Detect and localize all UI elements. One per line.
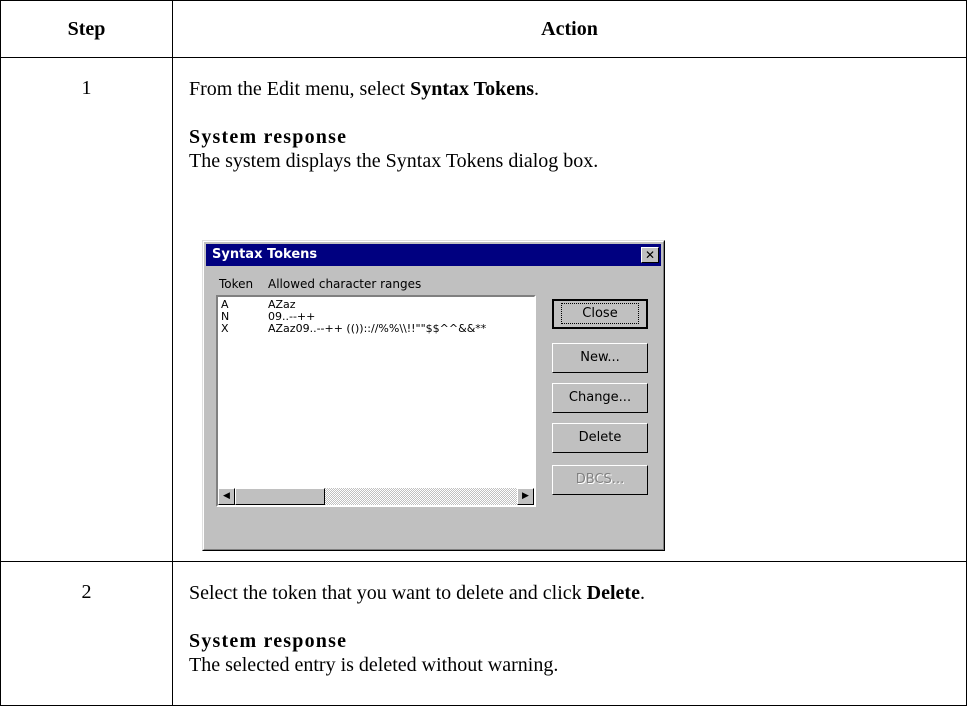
system-response-heading: System response — [189, 630, 348, 652]
close-button[interactable]: Close — [552, 299, 648, 329]
step-number: 1 — [0, 57, 173, 562]
system-response-text: The selected entry is deleted without wa… — [189, 654, 559, 676]
system-response-text: The system displays the Syntax Tokens di… — [189, 150, 599, 172]
scroll-right-icon[interactable]: ▶ — [517, 488, 534, 505]
new-button[interactable]: New... — [552, 343, 648, 373]
system-response-heading: System response — [189, 126, 348, 148]
scroll-thumb[interactable] — [235, 488, 325, 505]
action-cell: Select the token that you want to delete… — [172, 561, 967, 706]
scroll-left-icon[interactable]: ◀ — [218, 488, 235, 505]
delete-button[interactable]: Delete — [552, 423, 648, 453]
dialog-title-bar: Syntax Tokens ✕ — [206, 244, 661, 266]
change-button[interactable]: Change... — [552, 383, 648, 413]
syntax-tokens-dialog: Syntax Tokens ✕ Token Allowed character … — [202, 240, 665, 551]
instruction-text: Select the token that you want to delete… — [189, 582, 645, 604]
ranges-column-header: Allowed character ranges — [268, 277, 422, 291]
table-header-row: Step Action — [0, 0, 967, 58]
token-column-header: Token — [219, 277, 254, 291]
dialog-title: Syntax Tokens — [212, 247, 318, 262]
step-column-header: Step — [0, 0, 173, 58]
action-column-header: Action — [172, 0, 967, 58]
instruction-text: From the Edit menu, select Syntax Tokens… — [189, 78, 540, 100]
dbcs-button[interactable]: DBCS... — [552, 465, 648, 495]
table-row: 2 Select the token that you want to dele… — [0, 561, 967, 706]
close-icon[interactable]: ✕ — [641, 247, 659, 263]
horizontal-scrollbar[interactable]: ◀ ▶ — [218, 488, 534, 505]
token-list[interactable]: A AZaz N 09..--++ X AZaz09..--++ (())::/… — [216, 295, 536, 507]
step-number: 2 — [0, 561, 173, 706]
